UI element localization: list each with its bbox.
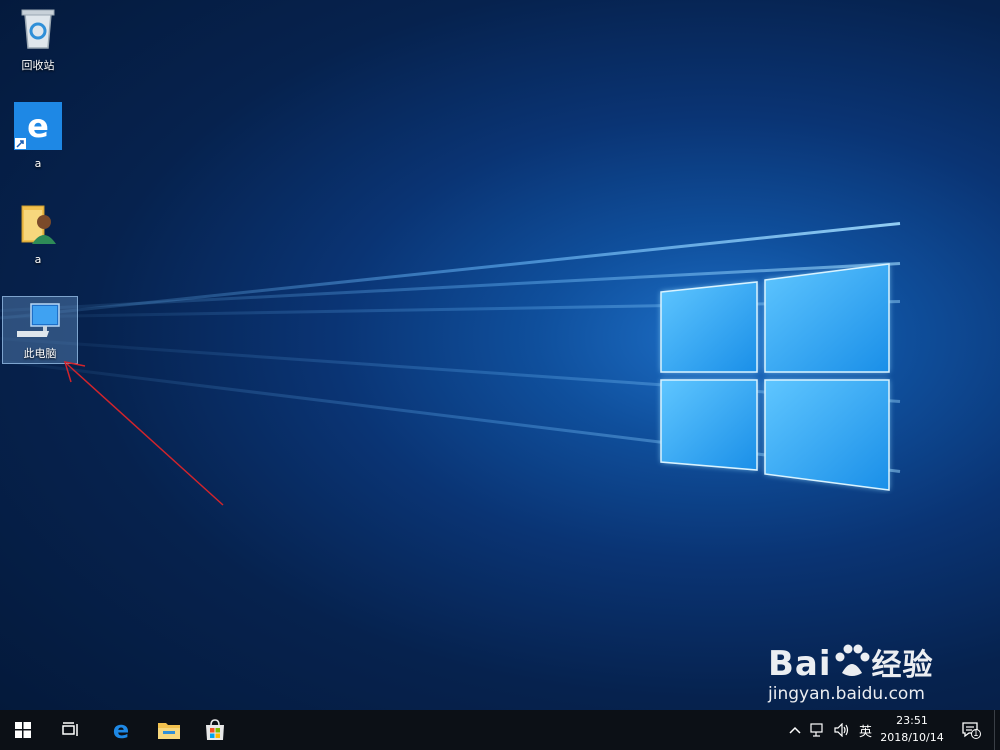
edge-shortcut[interactable]: e a bbox=[0, 102, 76, 170]
desktop-background[interactable]: 回收站 e a a 此电脑 Bai 经验 jingyan.baidu.com bbox=[0, 0, 1000, 710]
baidu-watermark: Bai 经验 jingyan.baidu.com bbox=[768, 640, 934, 704]
edge-browser-icon: e bbox=[113, 718, 129, 742]
svg-text:e: e bbox=[113, 718, 129, 742]
recycle-bin-label: 回收站 bbox=[21, 59, 55, 72]
paw-icon bbox=[835, 644, 870, 676]
recycle-bin-icon bbox=[21, 9, 55, 49]
watermark-url: jingyan.baidu.com bbox=[768, 684, 925, 704]
network-button[interactable] bbox=[810, 710, 826, 750]
watermark-brand-suffix: 经验 bbox=[871, 648, 934, 683]
taskbar: e 英 23:51 2018/10/14 1 bbox=[0, 710, 1000, 750]
recycle-bin-shortcut[interactable]: 回收站 bbox=[0, 6, 76, 73]
computer-icon bbox=[6, 303, 60, 337]
user-folder[interactable]: a bbox=[0, 200, 76, 266]
clock-date: 2018/10/14 bbox=[880, 731, 944, 744]
edge-taskbar-button[interactable]: e bbox=[98, 710, 144, 750]
input-method-indicator[interactable]: 英 bbox=[859, 710, 872, 750]
windows-start-icon bbox=[15, 722, 31, 738]
user-folder-icon bbox=[21, 205, 56, 244]
edge-icon: e bbox=[14, 102, 62, 150]
chevron-up-icon bbox=[789, 726, 801, 734]
show-desktop-button[interactable] bbox=[994, 710, 1000, 750]
clock-time: 23:51 bbox=[896, 714, 928, 727]
show-hidden-icons-button[interactable] bbox=[788, 710, 802, 750]
action-center-button[interactable]: 1 bbox=[958, 710, 984, 750]
notification-count-badge: 1 bbox=[973, 729, 979, 739]
store-button[interactable] bbox=[192, 710, 238, 750]
task-view-icon bbox=[62, 722, 78, 736]
windows-logo bbox=[660, 263, 890, 491]
network-icon bbox=[810, 723, 823, 737]
volume-button[interactable] bbox=[834, 710, 850, 750]
speaker-icon bbox=[834, 723, 849, 737]
task-view-button[interactable] bbox=[48, 710, 94, 750]
user-folder-label: a bbox=[34, 253, 42, 266]
file-explorer-icon bbox=[158, 723, 180, 739]
store-icon bbox=[206, 719, 224, 740]
svg-text:e: e bbox=[27, 107, 49, 145]
watermark-brand-prefix: Bai bbox=[768, 644, 832, 684]
file-explorer-button[interactable] bbox=[146, 710, 192, 750]
annotation-arrow bbox=[63, 361, 224, 506]
clock-button[interactable]: 23:51 2018/10/14 bbox=[872, 712, 952, 746]
edge-shortcut-label: a bbox=[34, 157, 42, 170]
start-button[interactable] bbox=[0, 710, 46, 750]
